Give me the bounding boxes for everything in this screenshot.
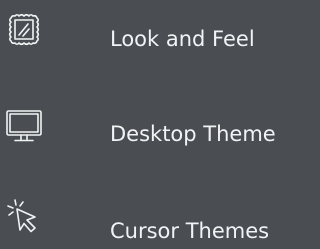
category-label: Desktop Theme	[110, 122, 276, 146]
category-look-and-feel[interactable]: Look and Feel	[0, 6, 288, 66]
picture-frame-icon	[4, 10, 44, 50]
monitor-icon	[4, 106, 44, 146]
category-label: Look and Feel	[110, 27, 255, 51]
category-cursor-themes[interactable]: Cursor Themes	[0, 196, 288, 249]
category-label: Cursor Themes	[110, 219, 270, 243]
cursor-pointer-icon	[4, 196, 44, 236]
settings-category-list: Look and Feel Desktop Theme Cursor Theme…	[0, 0, 288, 249]
category-desktop-theme[interactable]: Desktop Theme	[0, 104, 288, 164]
